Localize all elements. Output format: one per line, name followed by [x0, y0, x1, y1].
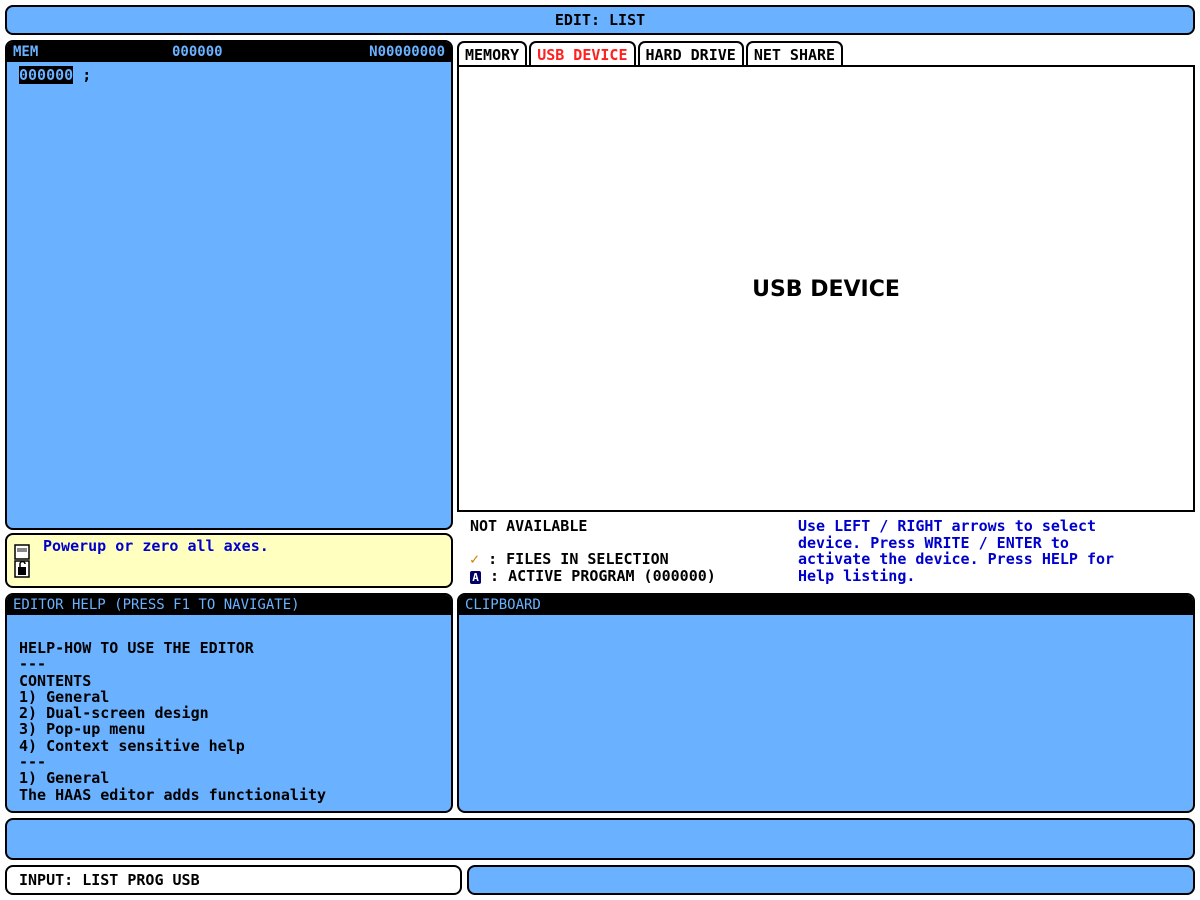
- availability-text: NOT AVAILABLE: [470, 517, 588, 535]
- device-label: USB DEVICE: [752, 277, 900, 302]
- instruction-line: device. Press WRITE / ENTER to: [798, 533, 1069, 552]
- help-content: HELP-HOW TO USE THE EDITOR --- CONTENTS …: [19, 640, 326, 803]
- help-line: 2) Dual-screen design: [19, 704, 209, 723]
- help-line: 3) Pop-up menu: [19, 720, 146, 739]
- screen-title: EDIT: LIST: [5, 5, 1195, 35]
- n-number: N00000000: [369, 44, 445, 60]
- clipboard-panel[interactable]: CLIPBOARD: [457, 593, 1195, 813]
- input-line[interactable]: INPUT: LIST PROG USB: [5, 865, 462, 895]
- active-program-icon: A: [470, 570, 481, 584]
- program-header: MEM 000000 N00000000: [7, 42, 451, 62]
- help-line: 1) General: [19, 687, 110, 706]
- instruction-line: activate the device. Press HELP for: [798, 550, 1115, 568]
- help-line: HELP-HOW TO USE THE EDITOR: [19, 639, 254, 657]
- help-line: 4) Context sensitive help: [19, 736, 245, 755]
- device-tabs: MEMORY USB DEVICE HARD DRIVE NET SHARE: [457, 41, 845, 67]
- device-file-list[interactable]: USB DEVICE: [457, 65, 1195, 512]
- device-status: NOT AVAILABLE ✓ : FILES IN SELECTION A :…: [470, 518, 716, 584]
- help-line: ---: [19, 655, 47, 674]
- code-line[interactable]: 000000 ;: [19, 66, 91, 84]
- input-status-bar: [467, 865, 1195, 895]
- cursor-highlight: 000000: [19, 66, 74, 84]
- tab-net-share[interactable]: NET SHARE: [745, 41, 844, 67]
- tab-hard-drive[interactable]: HARD DRIVE: [637, 41, 744, 67]
- help-line: 1) General: [19, 769, 110, 788]
- program-editor-panel[interactable]: MEM 000000 N00000000 000000 ;: [5, 40, 453, 530]
- door-lock-icon: [14, 544, 30, 578]
- message-bar: [5, 818, 1195, 860]
- tab-usb-device[interactable]: USB DEVICE: [529, 41, 636, 67]
- editor-help-panel[interactable]: EDITOR HELP (PRESS F1 TO NAVIGATE) HELP-…: [5, 593, 453, 813]
- instruction-line: Use LEFT / RIGHT arrows to select: [798, 517, 1097, 535]
- help-line: The HAAS editor adds functionality: [19, 785, 327, 804]
- check-icon: ✓: [470, 550, 480, 568]
- message-panel: Powerup or zero all axes.: [5, 533, 453, 588]
- message-text: Powerup or zero all axes.: [43, 537, 269, 555]
- instruction-line: Help listing.: [798, 566, 916, 585]
- files-in-selection-legend: : FILES IN SELECTION: [488, 550, 669, 568]
- tab-memory[interactable]: MEMORY: [457, 41, 528, 67]
- editor-help-header: EDITOR HELP (PRESS F1 TO NAVIGATE): [7, 595, 451, 615]
- clipboard-header: CLIPBOARD: [459, 595, 1193, 615]
- active-program-legend: : ACTIVE PROGRAM (000000): [490, 566, 716, 585]
- program-number: 000000: [172, 44, 223, 60]
- mem-label: MEM: [13, 44, 39, 60]
- instructions-text: Use LEFT / RIGHT arrows to select device…: [798, 518, 1178, 584]
- help-line: CONTENTS: [19, 671, 92, 690]
- code-text: ;: [73, 66, 92, 84]
- help-line: ---: [19, 753, 47, 772]
